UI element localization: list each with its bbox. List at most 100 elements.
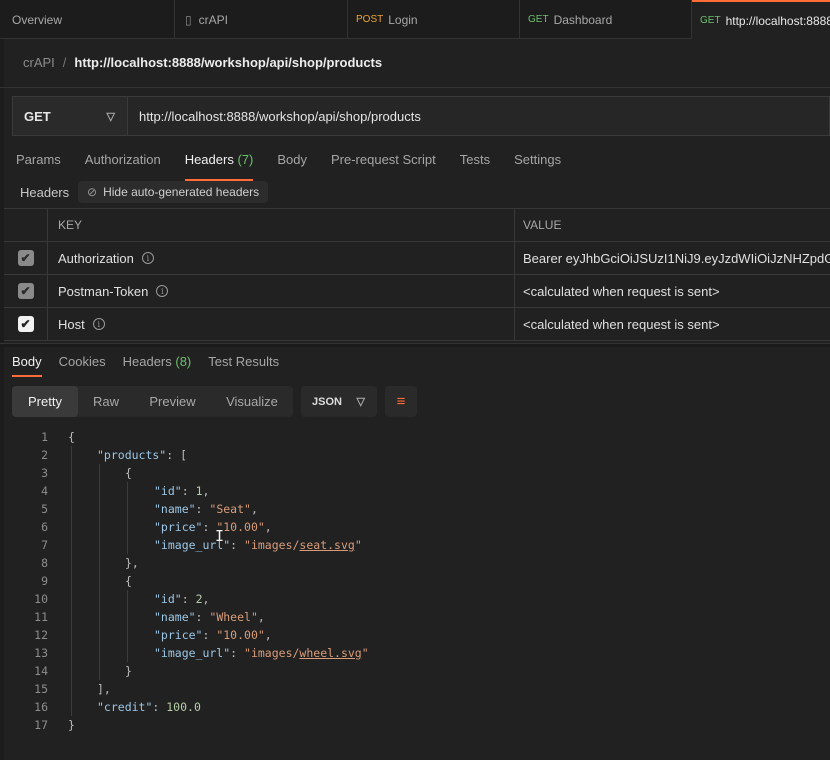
code-text: { bbox=[125, 466, 132, 480]
line-number: 4 bbox=[41, 484, 48, 498]
code-line: 2 "products": [ bbox=[0, 446, 830, 464]
line-number: 1 bbox=[41, 430, 48, 444]
code-text: "id": 2, bbox=[154, 592, 210, 606]
line-number: 11 bbox=[34, 610, 48, 624]
method-value: GET bbox=[24, 108, 51, 124]
info-icon[interactable]: i bbox=[156, 285, 169, 297]
view-pretty[interactable]: Pretty bbox=[12, 386, 78, 417]
response-body-code[interactable]: 1{ 2 "products": [ 3{ 4 "id": 1, 5 "name": … bbox=[0, 428, 830, 734]
row-checkbox[interactable]: ✔ bbox=[17, 283, 34, 299]
response-headers-count: (8) bbox=[175, 354, 192, 369]
code-line: 14} bbox=[0, 662, 830, 680]
tab-params[interactable]: Params bbox=[16, 152, 61, 167]
key-cell[interactable]: Postman-Token i bbox=[48, 275, 515, 307]
hide-auto-generated-headers-button[interactable]: ⊘ Hide auto-generated headers bbox=[78, 181, 269, 203]
tab-products-active[interactable]: GET http://localhost:8888 bbox=[692, 0, 830, 39]
response-tab-test-results[interactable]: Test Results bbox=[208, 354, 279, 369]
code-line: 10 "id": 2, bbox=[0, 590, 830, 608]
header-key: Host bbox=[58, 316, 85, 332]
line-number: 9 bbox=[41, 574, 48, 588]
value-cell[interactable]: <calculated when request is sent> bbox=[515, 275, 830, 307]
json-key: "id" bbox=[154, 484, 182, 498]
json-key: "price" bbox=[154, 520, 203, 534]
tab-tests[interactable]: Tests bbox=[460, 152, 490, 167]
json-number: 1 bbox=[195, 484, 203, 498]
value-cell[interactable]: <calculated when request is sent> bbox=[515, 308, 830, 340]
tab-label: crAPI bbox=[198, 12, 228, 27]
line-number: 6 bbox=[41, 520, 48, 534]
line-number: 16 bbox=[34, 700, 48, 714]
tab-method: GET bbox=[528, 14, 549, 25]
response-tab-cookies[interactable]: Cookies bbox=[59, 354, 106, 369]
tab-authorization[interactable]: Authorization bbox=[85, 152, 161, 167]
line-number: 15 bbox=[34, 682, 48, 696]
json-link[interactable]: seat.svg bbox=[299, 538, 354, 552]
row-checkbox[interactable]: ✔ bbox=[17, 250, 34, 266]
method-select[interactable]: GET ▽ bbox=[13, 97, 128, 135]
wrap-lines-icon[interactable]: ≡ bbox=[385, 386, 417, 417]
tab-label: Dashboard bbox=[553, 12, 613, 27]
header-key: Postman-Token bbox=[58, 283, 149, 299]
value-cell[interactable]: Bearer eyJhbGciOiJSUzI1NiJ9.eyJzdWIiOiJz… bbox=[515, 242, 830, 274]
code-text: "image_url": "images/seat.svg" bbox=[154, 538, 362, 552]
json-string: "10.00" bbox=[216, 628, 265, 642]
hide-button-label: Hide auto-generated headers bbox=[103, 185, 260, 199]
code-text: } bbox=[125, 664, 132, 678]
json-string: "Wheel" bbox=[209, 610, 258, 624]
header-key: Authorization bbox=[58, 250, 134, 266]
line-number: 2 bbox=[41, 448, 48, 462]
tab-prerequest-script[interactable]: Pre-request Script bbox=[331, 152, 436, 167]
format-value: JSON bbox=[312, 395, 342, 408]
response-tab-headers[interactable]: Headers (8) bbox=[123, 354, 192, 369]
info-icon[interactable]: i bbox=[92, 318, 105, 330]
code-line: 16 "credit": 100.0 bbox=[0, 698, 830, 716]
code-line: 17} bbox=[0, 716, 830, 734]
code-text: "price": "10.00", bbox=[154, 628, 272, 642]
value-column-header: VALUE bbox=[523, 218, 562, 232]
checkbox-cell: ✔ bbox=[4, 242, 48, 274]
response-splitter[interactable] bbox=[0, 343, 830, 347]
key-cell[interactable]: Host i bbox=[48, 308, 515, 340]
info-icon[interactable]: i bbox=[141, 252, 154, 264]
url-bar: GET ▽ bbox=[12, 96, 830, 136]
view-mode-tabs: Pretty Raw Preview Visualize bbox=[12, 386, 293, 417]
breadcrumb-request-name[interactable]: http://localhost:8888/workshop/api/shop/… bbox=[74, 55, 382, 70]
json-key: "name" bbox=[154, 502, 196, 516]
tab-crapi[interactable]: ▯ crAPI bbox=[175, 0, 348, 39]
tab-login[interactable]: POST Login bbox=[348, 0, 520, 39]
table-header-row: KEY VALUE bbox=[4, 209, 830, 242]
json-string: "images/ bbox=[244, 646, 300, 660]
line-number: 7 bbox=[41, 538, 48, 552]
code-line: 15], bbox=[0, 680, 830, 698]
key-cell[interactable]: Authorization i bbox=[48, 242, 515, 274]
url-input[interactable] bbox=[128, 97, 829, 135]
view-visualize[interactable]: Visualize bbox=[211, 386, 293, 417]
tab-headers[interactable]: Headers (7) bbox=[184, 152, 253, 181]
code-text: "image_url": "images/wheel.svg" bbox=[154, 646, 369, 660]
json-key: "products" bbox=[97, 448, 167, 462]
code-line: 6 "price": "10.00", bbox=[0, 518, 830, 536]
json-link[interactable]: wheel.svg bbox=[299, 646, 361, 660]
tab-overview[interactable]: Overview bbox=[0, 0, 175, 39]
code-line: 11 "name": "Wheel", bbox=[0, 608, 830, 626]
divider bbox=[0, 87, 830, 88]
code-text: "name": "Seat", bbox=[154, 502, 258, 516]
format-select[interactable]: JSON ▽ bbox=[301, 386, 377, 417]
response-tab-body[interactable]: Body bbox=[12, 354, 42, 377]
view-raw[interactable]: Raw bbox=[78, 386, 134, 417]
row-checkbox[interactable]: ✔ bbox=[17, 316, 34, 332]
tab-settings[interactable]: Settings bbox=[514, 152, 561, 167]
request-tab-strip: Overview ▯ crAPI POST Login GET Dashboar… bbox=[0, 0, 830, 39]
breadcrumb-collection[interactable]: crAPI bbox=[23, 55, 55, 70]
json-string: " bbox=[354, 538, 362, 552]
json-key: "price" bbox=[154, 628, 203, 642]
checkbox-column-header bbox=[4, 209, 48, 241]
tab-dashboard[interactable]: GET Dashboard bbox=[520, 0, 692, 39]
line-number: 14 bbox=[34, 664, 48, 678]
code-line: 3{ bbox=[0, 464, 830, 482]
response-headers-label: Headers bbox=[122, 354, 172, 369]
view-preview[interactable]: Preview bbox=[134, 386, 211, 417]
code-line: 1{ bbox=[0, 428, 830, 446]
line-number: 13 bbox=[34, 646, 48, 660]
tab-body[interactable]: Body bbox=[277, 152, 307, 167]
